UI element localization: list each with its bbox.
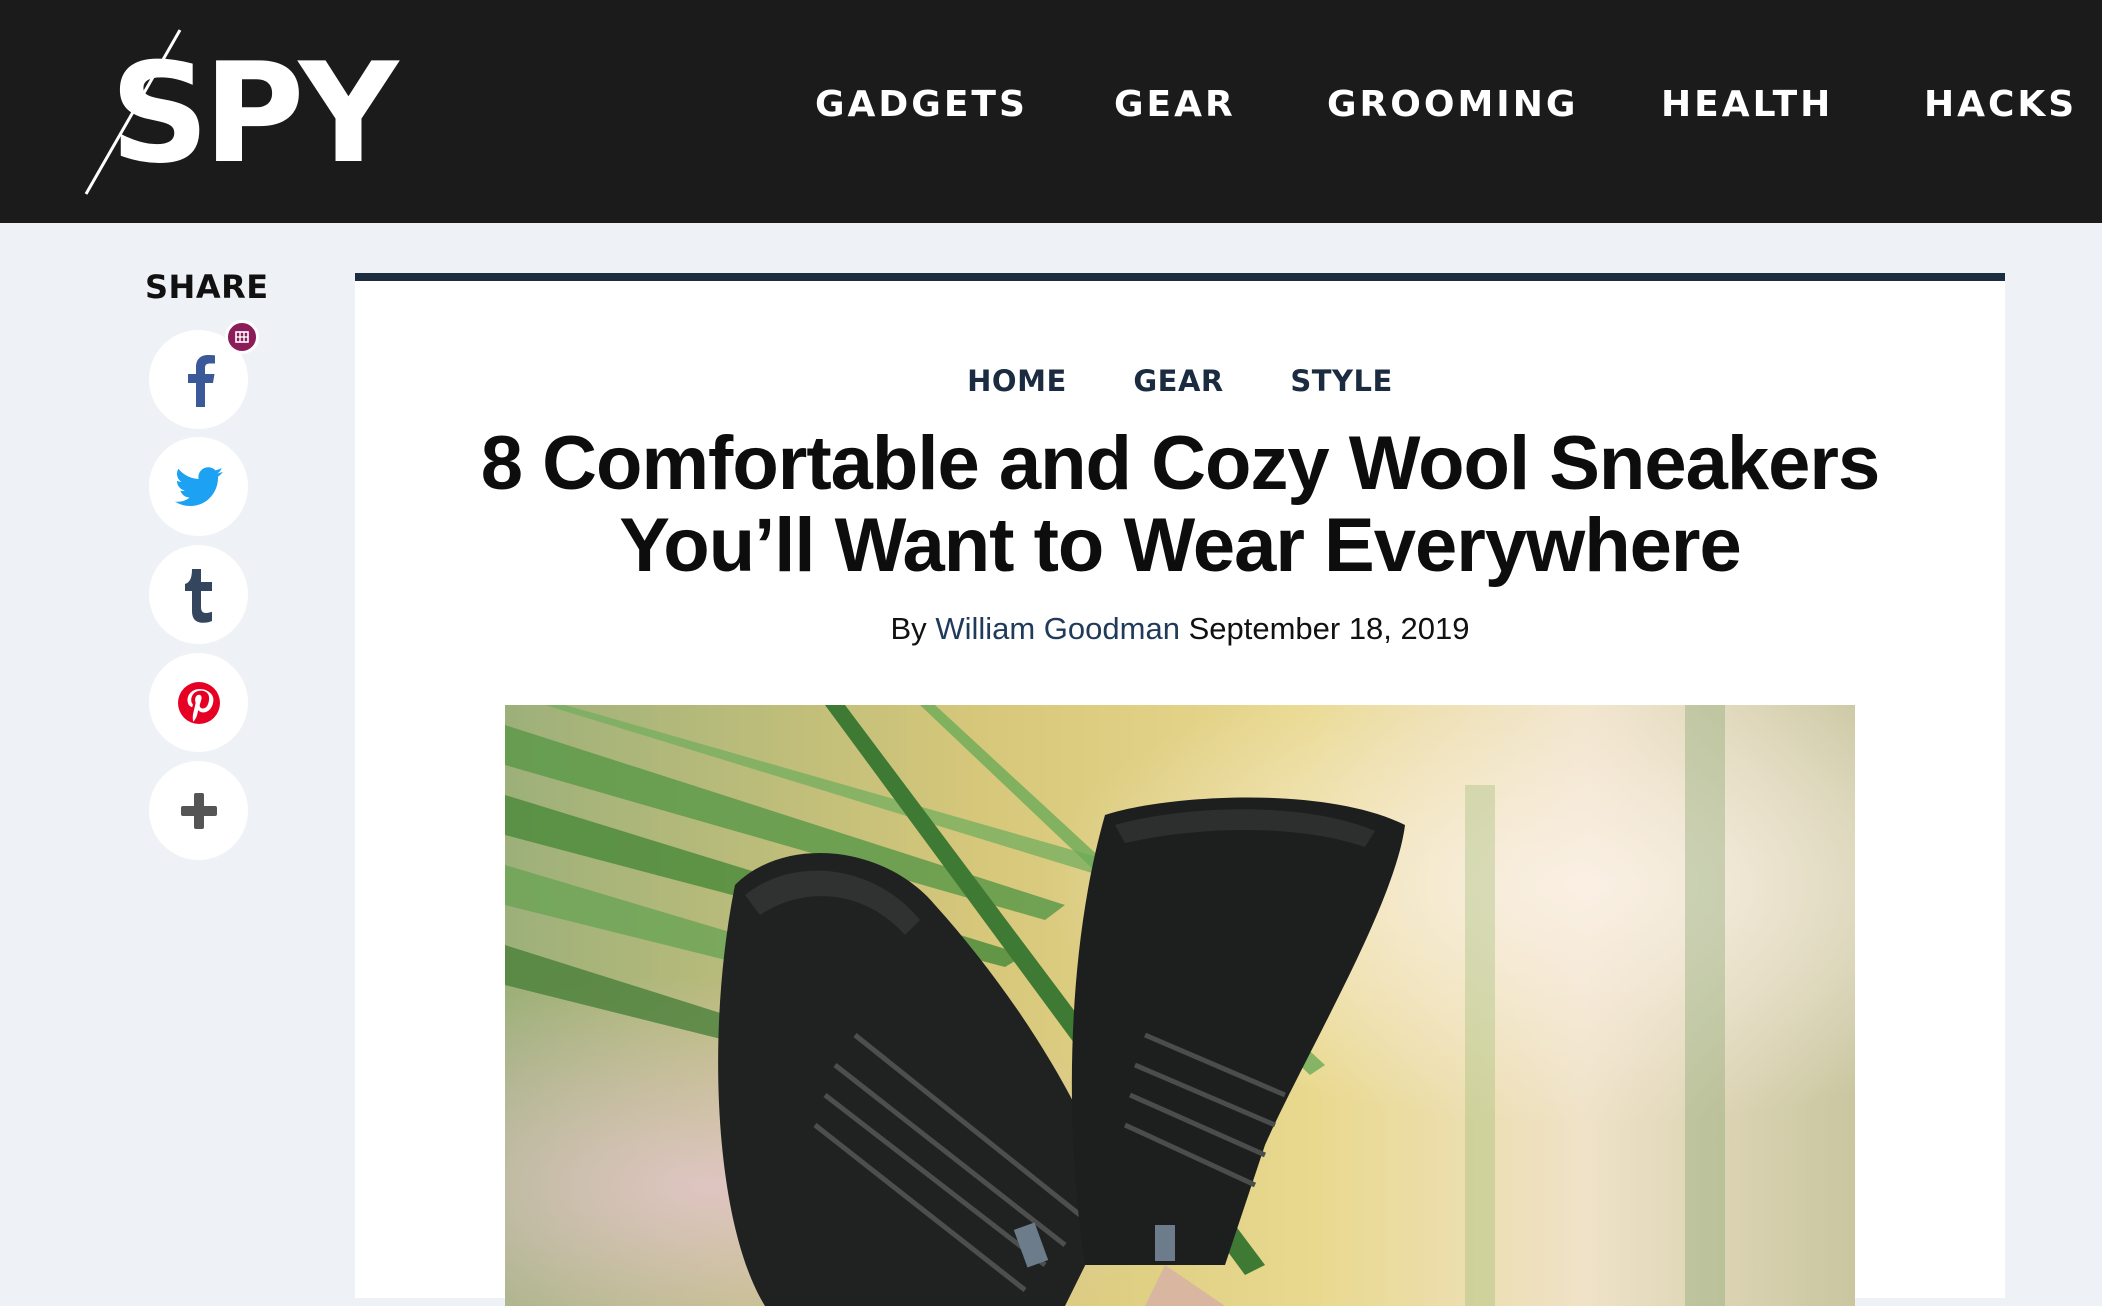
- breadcrumb-gear[interactable]: GEAR: [1133, 364, 1223, 398]
- article-byline: By William Goodman September 18, 2019: [355, 611, 2005, 647]
- spy-logo[interactable]: SPY: [80, 24, 410, 200]
- share-twitter-button[interactable]: [149, 437, 248, 536]
- share-pinterest-button[interactable]: [149, 653, 248, 752]
- share-label: SHARE: [145, 268, 269, 306]
- breadcrumb-style[interactable]: STYLE: [1290, 364, 1392, 398]
- nav-item-health[interactable]: HEALTH: [1661, 84, 1833, 125]
- author-link[interactable]: William Goodman: [935, 611, 1180, 646]
- nav-item-grooming[interactable]: GROOMING: [1327, 84, 1578, 125]
- nav-item-gadgets[interactable]: GADGETS: [815, 84, 1028, 125]
- notification-badge-icon: [225, 320, 259, 354]
- nav-item-gear[interactable]: GEAR: [1114, 84, 1236, 125]
- nav-item-hacks[interactable]: HACKS: [1924, 84, 2077, 125]
- share-more-button[interactable]: [149, 761, 248, 860]
- article-card: HOME GEAR STYLE 8 Comfortable and Cozy W…: [355, 273, 2005, 1306]
- share-tumblr-button[interactable]: [149, 545, 248, 644]
- hero-image: [505, 705, 1855, 1306]
- hero-photo-illustration: [505, 705, 1855, 1306]
- pinterest-icon: [177, 681, 220, 724]
- breadcrumb: HOME GEAR STYLE: [355, 364, 2005, 398]
- article-title: 8 Comfortable and Cozy Wool Sneakers You…: [480, 421, 1880, 588]
- twitter-icon: [174, 466, 223, 506]
- site-header: SPY GADGETS GEAR GROOMING HEALTH HACKS: [0, 0, 2102, 223]
- logo-text: SPY: [110, 33, 398, 194]
- byline-prefix: By: [890, 611, 927, 646]
- publish-date: September 18, 2019: [1188, 611, 1470, 646]
- plus-icon: [180, 792, 217, 829]
- facebook-icon: [187, 354, 215, 407]
- tumblr-icon: [184, 568, 212, 623]
- breadcrumb-home[interactable]: HOME: [967, 364, 1067, 398]
